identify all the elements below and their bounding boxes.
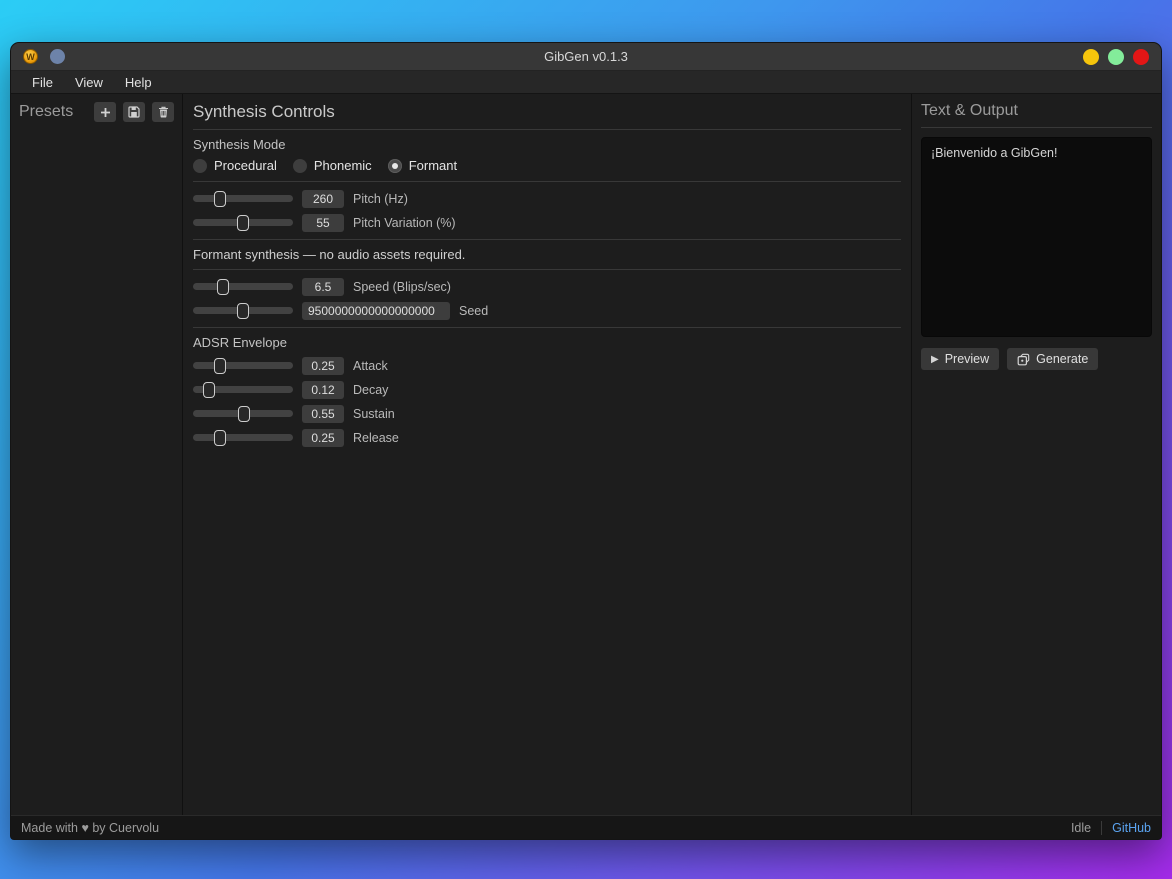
- divider: [921, 127, 1152, 128]
- divider: [193, 239, 901, 240]
- speed-slider-group: 6.5 Speed (Blips/sec) 9500000000000000000 S…: [193, 277, 901, 320]
- sustain-row: 0.55 Sustain: [193, 404, 901, 423]
- app-icon: W: [23, 49, 38, 64]
- radio-label: Phonemic: [314, 158, 372, 173]
- maximize-button[interactable]: [1108, 49, 1124, 65]
- pitch-slider[interactable]: [193, 195, 293, 202]
- adsr-slider-group: 0.25 Attack 0.12 Decay 0.55 Sustain 0.25 Releas…: [193, 356, 901, 447]
- attack-row: 0.25 Attack: [193, 356, 901, 375]
- adsr-label: ADSR Envelope: [193, 335, 901, 350]
- speed-slider-handle[interactable]: [217, 279, 229, 295]
- synthesis-mode-label: Synthesis Mode: [193, 137, 901, 152]
- seed-label: Seed: [459, 304, 488, 318]
- presets-title: Presets: [19, 103, 73, 121]
- presets-panel: Presets: [11, 94, 183, 815]
- delete-preset-button[interactable]: [152, 102, 174, 122]
- radio-procedural[interactable]: Procedural: [193, 158, 277, 173]
- attack-slider[interactable]: [193, 362, 293, 369]
- speed-value[interactable]: 6.5: [302, 278, 344, 296]
- attack-value[interactable]: 0.25: [302, 357, 344, 375]
- release-value[interactable]: 0.25: [302, 429, 344, 447]
- minimize-button[interactable]: [1083, 49, 1099, 65]
- status-text: Idle: [1071, 821, 1091, 835]
- pitch-row: 260 Pitch (Hz): [193, 189, 901, 208]
- sustain-slider[interactable]: [193, 410, 293, 417]
- window-title: GibGen v0.1.3: [11, 49, 1161, 64]
- radio-phonemic[interactable]: Phonemic: [293, 158, 372, 173]
- seed-slider-handle[interactable]: [237, 303, 249, 319]
- pitch-slider-handle[interactable]: [214, 191, 226, 207]
- github-link[interactable]: GitHub: [1112, 821, 1151, 835]
- plus-icon: [100, 107, 111, 118]
- radio-formant[interactable]: Formant: [388, 158, 457, 173]
- save-icon: [128, 106, 140, 118]
- menubar: FileViewHelp: [11, 71, 1161, 94]
- sustain-slider-handle[interactable]: [238, 406, 250, 422]
- output-panel: Text & Output ▶ Preview Generate: [912, 94, 1161, 815]
- decay-value[interactable]: 0.12: [302, 381, 344, 399]
- decay-row: 0.12 Decay: [193, 380, 901, 399]
- save-preset-button[interactable]: [123, 102, 145, 122]
- pitch-variation-slider-handle[interactable]: [237, 215, 249, 231]
- speed-label: Speed (Blips/sec): [353, 280, 451, 294]
- divider: [193, 269, 901, 270]
- menu-item-help[interactable]: Help: [116, 73, 161, 92]
- menu-item-view[interactable]: View: [66, 73, 112, 92]
- generate-button[interactable]: Generate: [1007, 348, 1098, 370]
- trash-icon: [158, 106, 169, 118]
- content: Presets: [11, 94, 1161, 815]
- pitch-value[interactable]: 260: [302, 190, 344, 208]
- seed-row: 9500000000000000000 Seed: [193, 301, 901, 320]
- synthesis-mode-radios: Procedural Phonemic Formant: [193, 158, 901, 173]
- attack-slider-handle[interactable]: [214, 358, 226, 374]
- release-slider[interactable]: [193, 434, 293, 441]
- preview-button[interactable]: ▶ Preview: [921, 348, 999, 370]
- app-window: W GibGen v0.1.3 FileViewHelp Presets: [10, 42, 1162, 840]
- close-button[interactable]: [1133, 49, 1149, 65]
- output-title: Text & Output: [921, 102, 1152, 120]
- radio-label: Procedural: [214, 158, 277, 173]
- titlebar[interactable]: W GibGen v0.1.3: [11, 43, 1161, 71]
- synthesis-title: Synthesis Controls: [193, 102, 901, 122]
- synthesis-panel: Synthesis Controls Synthesis Mode Proced…: [183, 94, 912, 815]
- pitch-variation-label: Pitch Variation (%): [353, 216, 456, 230]
- radio-circle-icon: [388, 159, 402, 173]
- radio-circle-icon: [193, 159, 207, 173]
- divider: [193, 129, 901, 130]
- radio-circle-icon: [293, 159, 307, 173]
- decay-slider-handle[interactable]: [203, 382, 215, 398]
- play-icon: ▶: [931, 354, 939, 365]
- mode-note: Formant synthesis — no audio assets requ…: [193, 247, 901, 262]
- divider: [193, 181, 901, 182]
- seed-slider[interactable]: [193, 307, 293, 314]
- preview-button-label: Preview: [945, 352, 989, 366]
- sustain-label: Sustain: [353, 407, 395, 421]
- statusbar: Made with ♥ by Cuervolu Idle GitHub: [11, 815, 1161, 839]
- pitch-variation-value[interactable]: 55: [302, 214, 344, 232]
- pitch-variation-row: 55 Pitch Variation (%): [193, 213, 901, 232]
- dice-icon: [1017, 353, 1030, 366]
- output-textarea[interactable]: [921, 137, 1152, 337]
- workspace-dot-icon: [50, 49, 65, 64]
- pitch-slider-group: 260 Pitch (Hz) 55 Pitch Variation (%): [193, 189, 901, 232]
- status-separator: [1101, 821, 1102, 835]
- speed-slider[interactable]: [193, 283, 293, 290]
- decay-slider[interactable]: [193, 386, 293, 393]
- seed-value[interactable]: 9500000000000000000: [302, 302, 450, 320]
- pitch-variation-slider[interactable]: [193, 219, 293, 226]
- pitch-label: Pitch (Hz): [353, 192, 408, 206]
- credits-text: Made with ♥ by Cuervolu: [21, 821, 1061, 835]
- release-row: 0.25 Release: [193, 428, 901, 447]
- release-slider-handle[interactable]: [214, 430, 226, 446]
- attack-label: Attack: [353, 359, 388, 373]
- release-label: Release: [353, 431, 399, 445]
- add-preset-button[interactable]: [94, 102, 116, 122]
- menu-item-file[interactable]: File: [23, 73, 62, 92]
- radio-label: Formant: [409, 158, 457, 173]
- generate-button-label: Generate: [1036, 352, 1088, 366]
- decay-label: Decay: [353, 383, 388, 397]
- sustain-value[interactable]: 0.55: [302, 405, 344, 423]
- divider: [193, 327, 901, 328]
- speed-row: 6.5 Speed (Blips/sec): [193, 277, 901, 296]
